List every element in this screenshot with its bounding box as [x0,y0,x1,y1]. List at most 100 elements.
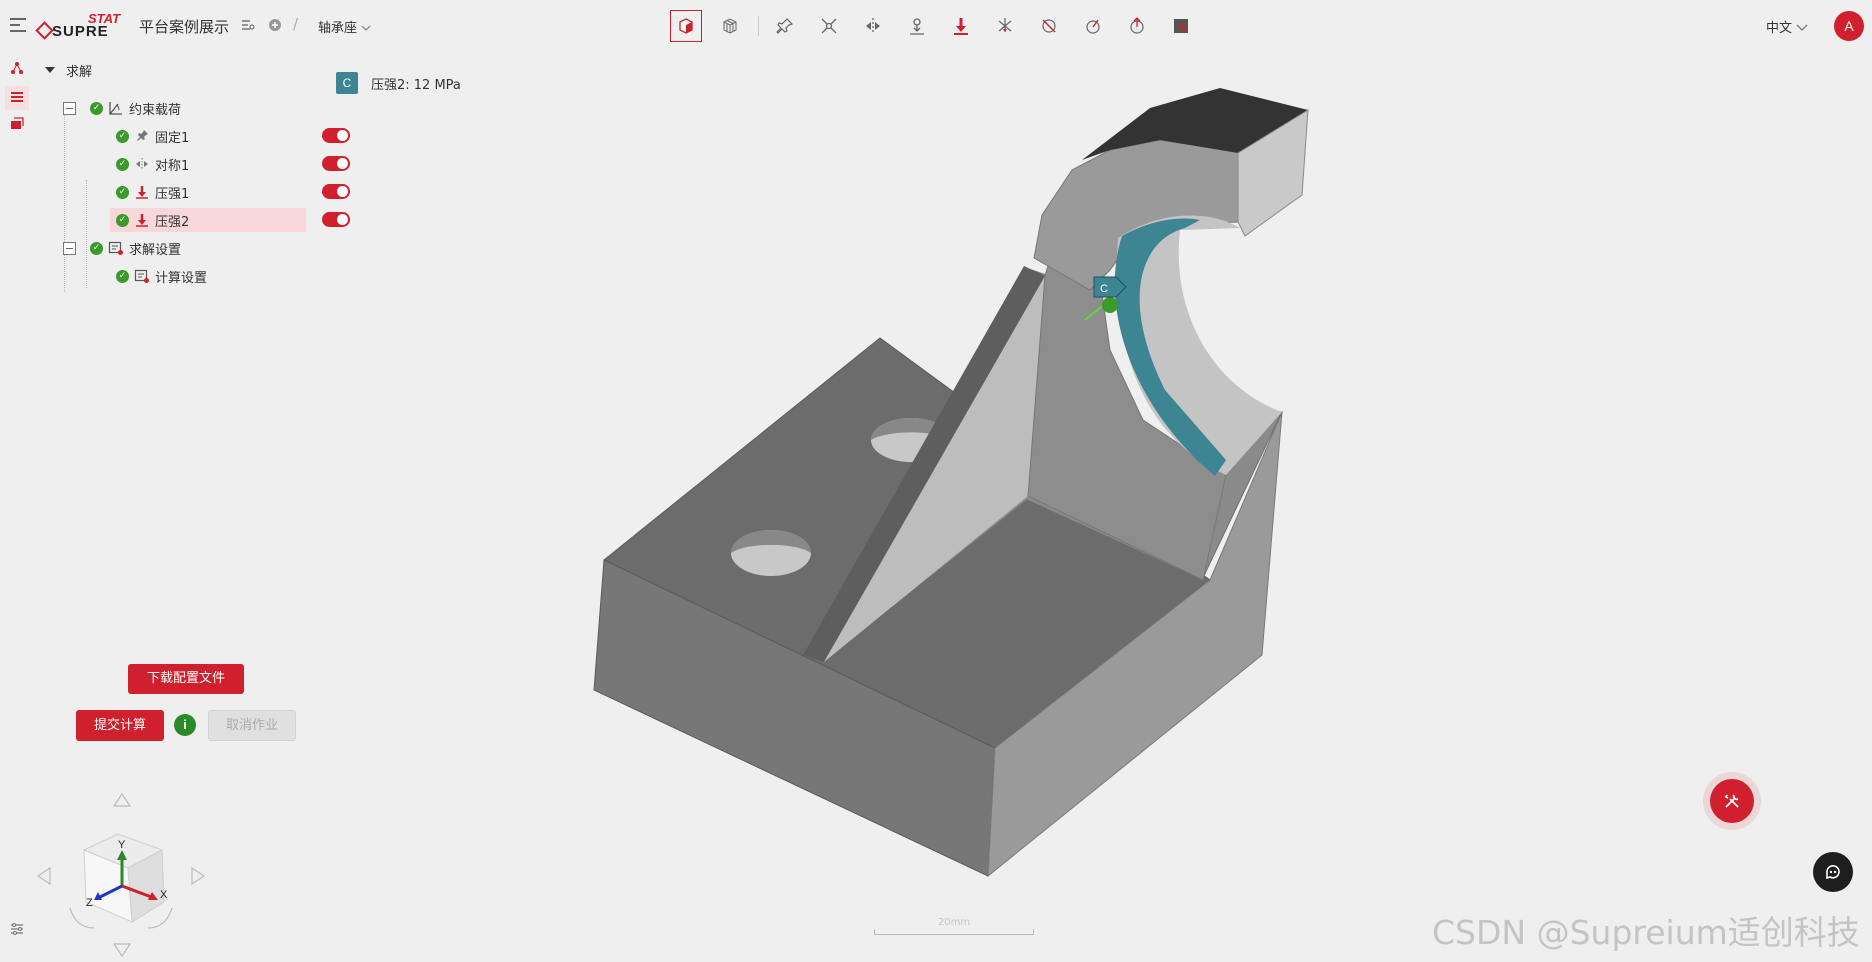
tree-item-label: 固定1 [155,130,190,146]
scale-line [874,929,1034,935]
view-right-arrow-icon[interactable] [191,866,206,886]
collapse-icon[interactable]: − [63,101,76,115]
chevron-down-icon [361,25,371,31]
bolt-icon[interactable] [1077,10,1109,42]
view-down-arrow-icon[interactable] [112,943,132,958]
status-check-icon: ✓ [116,269,129,283]
tools-icon [1724,794,1739,808]
wireframe-view-icon[interactable] [714,10,746,42]
view-up-arrow-icon[interactable] [112,792,132,807]
enable-toggle[interactable] [322,156,350,171]
model-select[interactable]: 轴承座 [318,17,371,36]
rotate-left-icon[interactable] [69,907,95,929]
project-title: 平台案例展示 [139,18,230,36]
language-label: 中文 [1766,21,1793,36]
axis-z-label: Z [86,897,93,909]
chat-button[interactable] [1813,852,1853,892]
tree-item-label: 对称1 [155,158,190,174]
symmetry-icon[interactable] [857,10,889,42]
tree-root[interactable]: 求解 [44,60,92,80]
tree-item-fixed1[interactable]: ✓ 固定1 [116,124,350,148]
axis-x-label: X [160,889,168,901]
project-settings-icon[interactable] [241,18,255,32]
logo-text-main: SUPRE [52,23,109,40]
tree-group-constraints[interactable]: − ✓ 约束载荷 [63,96,303,120]
tree-item-label: 压强1 [155,186,190,202]
bearing-icon[interactable] [1121,10,1153,42]
model-name: 轴承座 [318,21,358,36]
menu-icon[interactable] [10,18,26,34]
constraint-icon[interactable] [813,10,845,42]
enable-toggle[interactable] [322,212,350,227]
top-bar: STAT SUPRE 平台案例展示 / 轴承座 中文 A [0,0,1872,52]
tree-item-calc-settings[interactable]: ✓ 计算设置 [116,264,306,288]
load-icon[interactable] [989,10,1021,42]
load-badge: C [336,72,358,94]
caret-down-icon[interactable] [44,65,56,75]
scale-bar: 20mm [874,917,1034,937]
watermark: CSDN @Supreium适创科技 [1432,913,1860,952]
view-settings-icon[interactable] [10,921,24,940]
load-label: 压强2: 12 MPa [371,78,461,93]
viewport-toolbar [670,10,1209,42]
status-check-icon: ✓ [90,101,103,115]
model-viewport[interactable]: C [560,70,1360,890]
status-check-icon: ✓ [116,185,129,199]
pressure-icon[interactable] [945,10,977,42]
tree-group-label: 约束载荷 [129,102,182,118]
status-check-icon: ✓ [116,129,129,143]
status-check-icon: ✓ [116,213,129,227]
left-rail [0,52,34,962]
axis-y-label: Y [118,839,126,851]
tree-guide-line [86,180,87,288]
tree-item-label: 计算设置 [155,270,208,286]
symmetry-icon [134,156,150,172]
logo-mark-icon [35,21,54,40]
view-left-arrow-icon[interactable] [36,866,51,886]
submit-button[interactable]: 提交计算 [76,710,164,741]
add-circle-icon[interactable] [268,18,282,32]
tree-group-solve-settings[interactable]: − ✓ 求解设置 [63,236,303,260]
scale-label: 20mm [937,917,971,928]
enable-toggle[interactable] [322,184,350,199]
tree-list-icon[interactable] [5,86,29,110]
geometry-icon[interactable] [5,56,29,80]
chat-bot-icon [1826,865,1840,880]
pressure-icon [134,184,150,200]
view-cube[interactable]: Y X Z [36,790,206,960]
tree-item-pressure2[interactable]: ✓ 压强2 [110,208,350,232]
remote-force-icon[interactable] [1033,10,1065,42]
displacement-icon[interactable] [901,10,933,42]
results-icon[interactable] [5,112,29,136]
rotate-right-icon[interactable] [147,907,173,929]
tree-root-label: 求解 [66,64,93,80]
status-check-icon: ✓ [90,241,103,255]
collapse-icon[interactable]: − [63,241,76,255]
tools-fab[interactable] [1703,772,1761,830]
select-icon[interactable] [1165,10,1197,42]
load-marker-label: C [1100,283,1108,295]
tree-item-label: 压强2 [155,214,190,230]
pin-fixed-icon[interactable] [769,10,801,42]
toolbar-divider [758,16,759,36]
settings-doc-icon [108,240,124,256]
language-select[interactable]: 中文 [1766,17,1808,36]
download-config-button[interactable]: 下载配置文件 [128,664,244,694]
tree-item-symmetry1[interactable]: ✓ 对称1 [116,152,350,176]
avatar[interactable]: A [1834,11,1864,41]
settings-doc-icon [134,268,150,284]
enable-toggle[interactable] [322,128,350,143]
tools-fab-button[interactable] [1710,779,1754,823]
cancel-job-button[interactable]: 取消作业 [208,710,296,741]
constraint-load-icon [108,100,124,116]
tree-group-label: 求解设置 [129,242,182,258]
chevron-down-icon [1796,24,1808,31]
tree-item-pressure1[interactable]: ✓ 压强1 [116,180,350,204]
breadcrumb-separator: / [293,15,299,33]
pin-icon [134,128,150,144]
info-icon[interactable]: i [174,714,196,736]
solid-view-icon[interactable] [670,10,702,42]
logo: STAT SUPRE [35,11,128,40]
load-marker-dot [1102,297,1118,313]
status-check-icon: ✓ [116,157,129,171]
